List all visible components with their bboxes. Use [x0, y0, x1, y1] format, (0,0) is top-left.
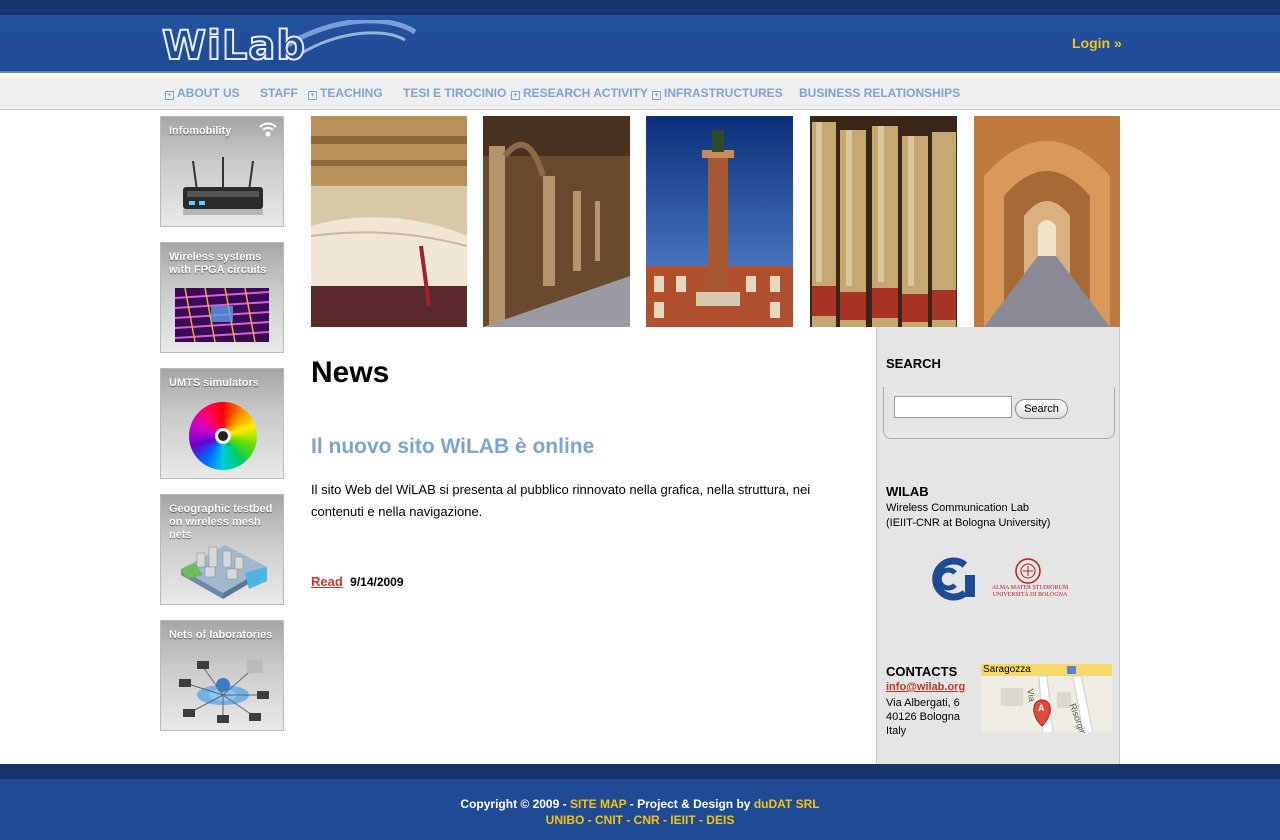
photo-arcade-corridor — [974, 116, 1120, 327]
nav-item-teaching[interactable]: + TEACHING — [308, 86, 383, 100]
footer: Copyright © 2009 - SITE MAP - Project & … — [0, 779, 1280, 840]
fpga-circuit-icon — [175, 288, 269, 342]
right-sidebar: SEARCH Search WILAB Wireless Communicati… — [876, 327, 1120, 764]
main-nav: + ABOUT US STAFF + TEACHING TESI E TIROCIN… — [0, 76, 1280, 110]
header: WiLab Login » — [0, 15, 1280, 73]
footer-partners-links[interactable]: UNIBO - CNIT - CNR - IEIIT - DEIS — [0, 813, 1280, 827]
email-link[interactable]: info@wilab.org — [886, 681, 965, 693]
nav-bullet-icon: + — [165, 91, 174, 100]
photo-portico — [483, 116, 630, 327]
footer-copyright-line: Copyright © 2009 - SITE MAP - Project & … — [0, 797, 1280, 811]
tile-nets-of-laboratories[interactable]: Nets of laboratories — [160, 620, 284, 731]
nav-bullet-icon: + — [511, 91, 520, 100]
address-line3: Italy — [886, 725, 907, 737]
location-map[interactable]: Saragozza Risorgimento Via A — [981, 664, 1112, 733]
map-marker-label: A — [1038, 703, 1045, 713]
wilab-logo[interactable]: WiLab — [160, 20, 420, 72]
nav-item-label: INFRASTRUCTURES — [664, 86, 783, 100]
nav-item-research-activity[interactable]: + RESEARCH ACTIVITY — [511, 86, 648, 100]
color-wheel-icon — [189, 402, 257, 470]
tile-title: Wireless systems with FPGA circuits — [169, 251, 267, 276]
tile-infomobility[interactable]: Infomobility — [160, 116, 284, 227]
tile-geographic-testbed[interactable]: Geographic testbed on wireless mesh nets — [160, 494, 284, 605]
map-street-label-3: Via — [1025, 688, 1038, 703]
top-strip — [0, 0, 1280, 15]
nav-item-infrastructures[interactable]: + INFRASTRUCTURES — [652, 86, 783, 100]
nav-item-staff[interactable]: STAFF — [260, 86, 298, 100]
copyright-text: Copyright © 2009 - — [460, 797, 567, 811]
contacts-heading: CONTACTS — [886, 664, 958, 679]
unibo-logo-text: ALMA MATER STUDIORUM UNIVERSITÀ DI BOLOG… — [991, 585, 1069, 598]
news-meta: Read 9/14/2009 — [311, 574, 404, 589]
news-body: Il sito Web del WiLAB si presenta al pub… — [311, 482, 811, 519]
search-button[interactable]: Search — [1015, 399, 1068, 419]
tile-title: UMTS simulators — [169, 377, 259, 389]
nav-item-label: TESI E TIROCINIO — [403, 86, 507, 100]
photo-open-book — [311, 116, 467, 327]
tile-umts[interactable]: UMTS simulators — [160, 368, 284, 479]
wilab-line1: Wireless Communication Lab — [886, 502, 1030, 514]
photo-column — [646, 116, 793, 327]
network-hub-icon — [179, 659, 269, 723]
page-title: News — [311, 356, 390, 389]
nav-bullet-icon: + — [652, 91, 661, 100]
nav-item-business-relationships[interactable]: BUSINESS RELATIONSHIPS — [799, 86, 960, 100]
search-heading: SEARCH — [886, 356, 941, 371]
photo-book-spines — [810, 116, 957, 327]
nav-item-label: BUSINESS RELATIONSHIPS — [799, 86, 961, 100]
city-map-icon — [181, 545, 267, 599]
wireless-signal-icon — [259, 122, 277, 137]
cnr-logo-icon[interactable] — [925, 557, 977, 601]
nav-item-about-us[interactable]: + ABOUT US — [165, 86, 240, 100]
login-link[interactable]: Login » — [1072, 35, 1122, 51]
nav-item-label: ABOUT US — [177, 86, 240, 100]
nav-item-label: RESEARCH ACTIVITY — [523, 86, 648, 100]
router-device-icon — [183, 157, 263, 215]
dudat-link[interactable]: duDAT SRL — [754, 797, 820, 811]
nav-item-label: TEACHING — [320, 86, 383, 100]
sitemap-link[interactable]: SITE MAP — [570, 797, 626, 811]
tile-title: Nets of laboratories — [169, 629, 273, 641]
project-text: - Project & Design by — [629, 797, 751, 811]
wilab-line2: (IEIIT-CNR at Bologna University) — [886, 517, 1051, 529]
nav-bullet-icon: + — [308, 91, 317, 100]
search-box: Search — [883, 387, 1115, 439]
nav-item-tesi-e-tirocinio[interactable]: TESI E TIROCINIO — [403, 86, 506, 100]
wilab-heading: WILAB — [886, 484, 929, 499]
news-title-link[interactable]: Il nuovo sito WiLAB è online — [311, 435, 594, 459]
nav-item-label: STAFF — [260, 86, 298, 100]
map-street-label-1: Saragozza — [983, 664, 1031, 675]
news-date: 9/14/2009 — [350, 575, 404, 589]
address-line1: Via Albergati, 6 — [886, 697, 960, 709]
footer-strip — [0, 764, 1280, 779]
search-input[interactable] — [894, 396, 1012, 418]
address-line2: 40126 Bologna — [886, 711, 961, 723]
logo-text: WiLab — [161, 23, 306, 69]
read-link[interactable]: Read — [311, 574, 343, 589]
tile-fpga[interactable]: Wireless systems with FPGA circuits — [160, 242, 284, 353]
